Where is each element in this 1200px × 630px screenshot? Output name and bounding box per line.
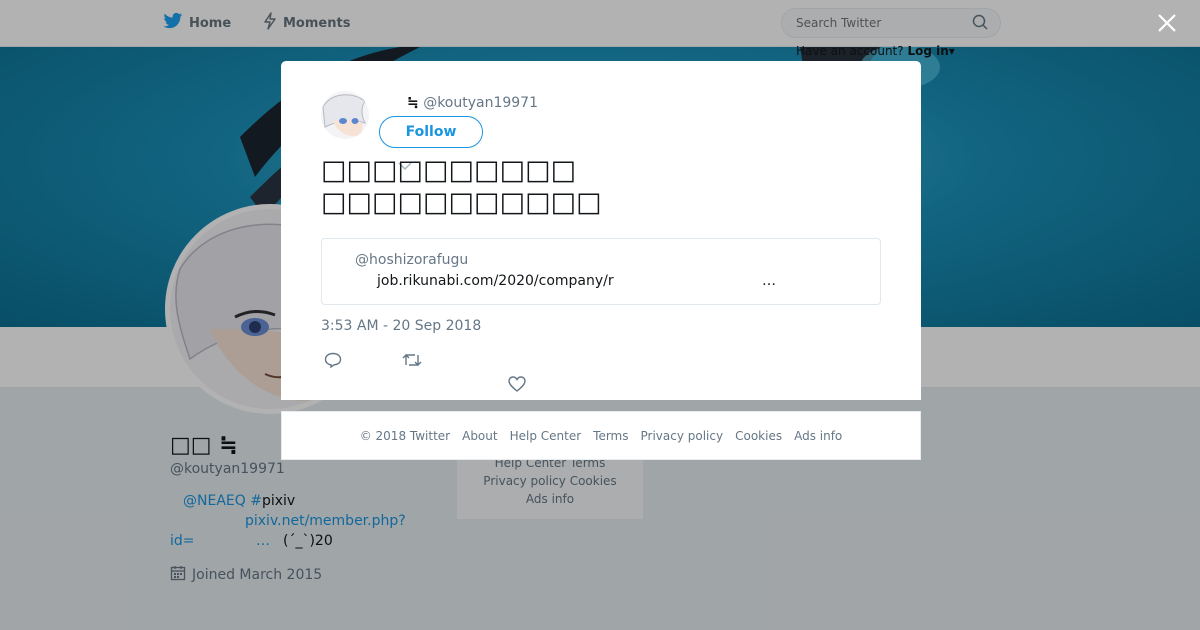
quoted-tweet-ellipsis: … [762, 273, 776, 289]
quoted-tweet-card[interactable] [321, 238, 881, 305]
footer-copyright: © 2018 Twitter [359, 428, 451, 443]
modal-footer-links: © 2018 Twitter About Help Center Terms P… [281, 411, 921, 460]
tweet-text: □□□□□□□□□□ □□□□□□□□□□□ [321, 155, 602, 219]
footer-ads-link[interactable]: Ads info [794, 429, 842, 443]
tweet-author-symbol: ≒ [407, 95, 419, 111]
reply-icon[interactable] [324, 352, 342, 372]
close-icon [1157, 13, 1177, 37]
tweet-timestamp[interactable]: 3:53 AM - 20 Sep 2018 [321, 318, 481, 334]
retweet-icon[interactable] [402, 352, 422, 372]
quoted-tweet-link[interactable]: job.rikunabi.com/2020/company/r [377, 273, 614, 289]
tweet-author[interactable]: ≒ @koutyan19971 [407, 95, 538, 111]
tweet-text-line1: □□□□□□□□□□ [321, 155, 577, 186]
quoted-tweet-handle[interactable]: @hoshizorafugu [355, 252, 468, 268]
tweet-modal [281, 61, 921, 400]
tweet-text-line2: □□□□□□□□□□□ [321, 187, 602, 218]
like-heart-icon[interactable] [508, 376, 526, 396]
close-modal-button[interactable] [1150, 8, 1184, 42]
footer-about-link[interactable]: About [462, 429, 497, 443]
follow-button[interactable]: Follow [379, 116, 483, 148]
footer-privacy-link[interactable]: Privacy policy [641, 429, 724, 443]
tweet-author-avatar[interactable] [321, 91, 369, 139]
footer-cookies-link[interactable]: Cookies [735, 429, 782, 443]
footer-help-link[interactable]: Help Center [510, 429, 582, 443]
footer-terms-link[interactable]: Terms [593, 429, 628, 443]
tweet-author-handle: @koutyan19971 [423, 95, 538, 111]
